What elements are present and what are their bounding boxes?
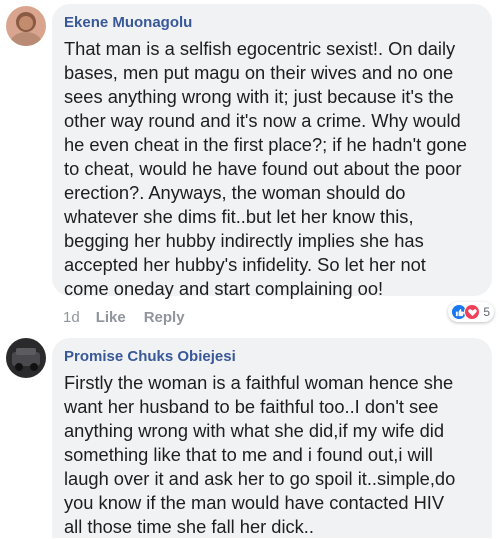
comment-timestamp[interactable]: 1d <box>63 309 80 326</box>
reply-button[interactable]: Reply <box>144 309 185 326</box>
comment-text: Firstly the woman is a faithful woman he… <box>64 372 456 537</box>
like-button[interactable]: Like <box>96 309 126 326</box>
comment-bubble: Promise Chuks Obiejesi Firstly the woman… <box>52 338 492 538</box>
comment-actions: 1d Like Reply <box>63 309 203 327</box>
comment-author[interactable]: Ekene Muonagolu <box>64 14 480 32</box>
comment-bubble: Ekene Muonagolu That man is a selfish eg… <box>52 4 492 299</box>
love-icon <box>464 304 481 320</box>
reaction-count: 5 <box>483 305 490 319</box>
avatar[interactable] <box>6 338 46 378</box>
avatar[interactable] <box>6 6 46 46</box>
comment-author[interactable]: Promise Chuks Obiejesi <box>64 348 480 366</box>
user-avatar-image <box>6 338 46 378</box>
comment-text: That man is a selfish egocentric sexist!… <box>64 38 467 299</box>
user-avatar-image <box>6 6 46 46</box>
reactions-summary[interactable]: 5 <box>448 302 494 322</box>
